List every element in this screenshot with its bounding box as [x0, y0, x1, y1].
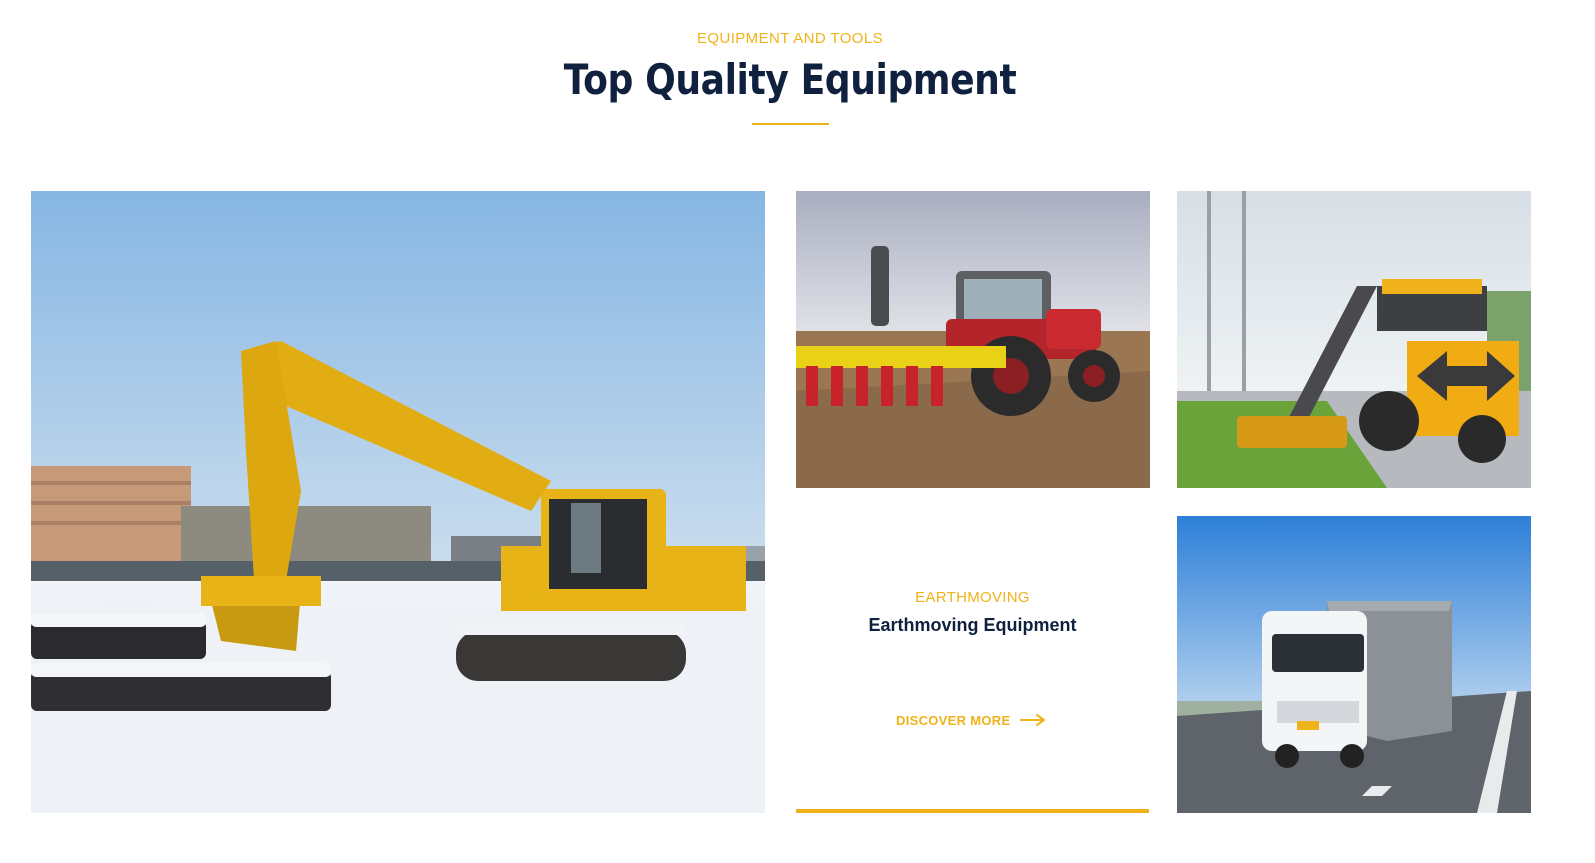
card-title: Earthmoving Equipment	[868, 615, 1077, 635]
excavator-photo	[31, 191, 765, 813]
excavator-image-tile[interactable]	[31, 191, 765, 813]
earthmoving-card: EARTHMOVING Earthmoving Equipment DISCOV…	[796, 516, 1149, 813]
discover-more-label: DISCOVER MORE	[896, 712, 1011, 728]
roadside-mower-tractor-photo	[1177, 191, 1531, 488]
container-truck-photo	[1177, 516, 1531, 813]
card-category: EARTHMOVING	[915, 589, 1030, 606]
arrow-right-icon	[1020, 714, 1046, 726]
discover-more-link[interactable]: DISCOVER MORE	[896, 710, 1046, 730]
tractor-image-tile[interactable]	[796, 191, 1150, 488]
section-eyebrow: EQUIPMENT AND TOOLS	[697, 30, 883, 47]
equipment-section: EQUIPMENT AND TOOLS Top Quality Equipmen…	[0, 0, 1595, 863]
truck-image-tile[interactable]	[1177, 516, 1531, 813]
mower-image-tile[interactable]	[1177, 191, 1531, 488]
tractor-seeder-photo	[796, 191, 1150, 488]
card-accent-bar	[796, 809, 1149, 813]
title-divider	[752, 123, 829, 125]
section-title: Top Quality Equipment	[563, 55, 1017, 104]
